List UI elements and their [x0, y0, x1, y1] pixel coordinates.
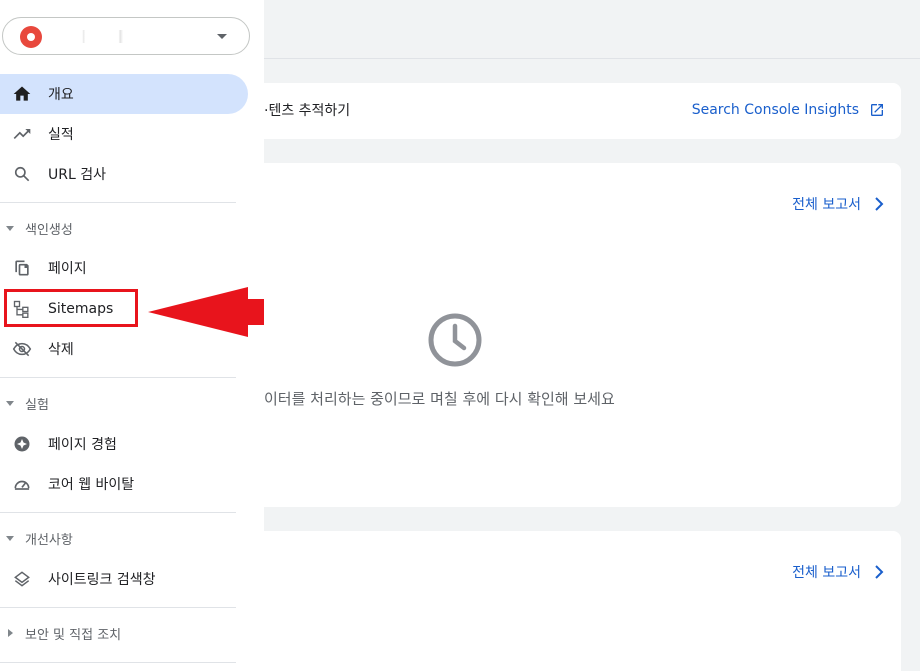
- sidebar-item-label: 페이지 경험: [48, 437, 117, 453]
- sidebar-item-label: 개요: [48, 87, 74, 103]
- visibility-off-icon: [12, 341, 32, 357]
- report-card: 전체 보고서 이터를 처리하는 중이므로 며칠 후에 다시 확인해 보세요: [264, 163, 901, 507]
- pages-icon: [15, 260, 29, 276]
- sidebar-divider: [0, 377, 236, 378]
- annotation-highlight-box: [4, 289, 138, 327]
- dropdown-caret-icon: [217, 34, 227, 39]
- sidebar-item-label: 사이트링크 검색창: [48, 572, 156, 588]
- clock-icon: [428, 313, 482, 367]
- section-label: 개선사항: [25, 532, 73, 548]
- expand-arrow-icon: [6, 535, 14, 541]
- full-report-link[interactable]: 전체 보고서: [792, 194, 885, 214]
- trending-icon: [13, 129, 31, 139]
- sidebar-item-core-web-vitals[interactable]: 코어 웹 바이탈: [0, 464, 248, 504]
- home-icon: [13, 86, 31, 101]
- insights-card: ·텐츠 추적하기 Search Console Insights: [264, 83, 901, 139]
- full-report-link[interactable]: 전체 보고서: [792, 562, 885, 582]
- sidebar-item-sitelinks-searchbox[interactable]: 사이트링크 검색창: [0, 559, 248, 599]
- insights-card-text: ·텐츠 추적하기: [264, 103, 351, 119]
- sidebar-item-label: 실적: [48, 127, 74, 143]
- section-label: 실험: [25, 397, 49, 413]
- collapsed-arrow-icon: [8, 629, 13, 637]
- insights-link-label: Search Console Insights: [691, 102, 859, 118]
- processing-status-text: 이터를 처리하는 중이므로 며칠 후에 다시 확인해 보세요: [264, 390, 615, 408]
- section-indexing[interactable]: 색인생성: [0, 213, 248, 243]
- sidebar-item-label: 코어 웹 바이탈: [48, 477, 135, 493]
- section-label: 색인생성: [25, 222, 73, 238]
- expand-arrow-icon: [6, 225, 14, 231]
- full-report-label: 전체 보고서: [792, 197, 861, 213]
- speed-icon: [14, 480, 30, 490]
- section-experience[interactable]: 실험: [0, 388, 248, 418]
- sidebar-item-label: 페이지: [48, 261, 87, 277]
- section-label: 보안 및 직접 조치: [25, 627, 122, 643]
- chevron-right-icon: [875, 197, 884, 211]
- sidebar-item-performance[interactable]: 실적: [0, 114, 248, 154]
- sidebar-item-page-experience[interactable]: 페이지 경험: [0, 424, 248, 464]
- sidebar-divider: [0, 607, 236, 608]
- property-name: [53, 30, 199, 43]
- sidebar-item-url-inspection[interactable]: URL 검사: [0, 154, 248, 194]
- section-security-manual-actions[interactable]: 보안 및 직접 조치: [0, 618, 248, 648]
- property-selector[interactable]: [2, 17, 250, 55]
- sidebar-item-pages[interactable]: 페이지: [0, 248, 248, 288]
- sidebar-divider: [0, 662, 236, 663]
- sidebar-divider: [0, 202, 236, 203]
- layers-icon: [14, 571, 30, 587]
- sidebar-item-overview[interactable]: 개요: [0, 74, 248, 114]
- search-icon: [14, 166, 30, 182]
- topbar-divider: [264, 58, 920, 59]
- sidebar-divider: [0, 512, 236, 513]
- report-card: 전체 보고서: [264, 531, 901, 671]
- section-enhancements[interactable]: 개선사항: [0, 523, 248, 553]
- sidebar-item-label: 삭제: [48, 342, 74, 358]
- search-console-insights-link[interactable]: Search Console Insights: [692, 102, 885, 118]
- chevron-right-icon: [875, 565, 884, 579]
- open-in-new-icon: [871, 104, 883, 116]
- property-favicon-icon: [20, 26, 42, 48]
- expand-arrow-icon: [6, 400, 14, 406]
- experience-icon: [14, 436, 30, 452]
- full-report-label: 전체 보고서: [792, 565, 861, 581]
- sidebar-item-label: URL 검사: [48, 167, 106, 183]
